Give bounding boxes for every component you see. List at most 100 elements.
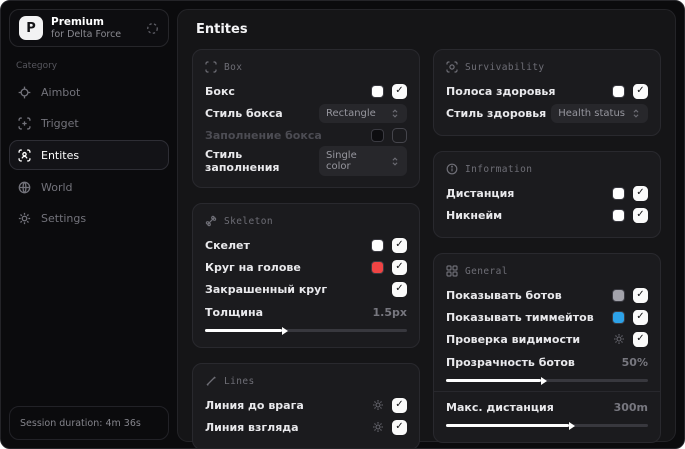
sidebar-item-trigget[interactable]: Trigget: [9, 109, 169, 137]
sidebar-item-label: Aimbot: [41, 85, 81, 99]
setting-row: Стиль бокса Rectangle: [205, 102, 407, 124]
section-title: Skeleton: [224, 215, 273, 227]
session-duration: Session duration: 4m 36s: [9, 406, 169, 440]
dropdown-value: Rectangle: [326, 107, 376, 119]
setting-label: Показывать тиммейтов: [446, 310, 594, 324]
survivability-section-header: Survivability: [446, 61, 648, 73]
checkbox[interactable]: [392, 127, 407, 143]
slider-fill: [205, 326, 288, 335]
information-section: Information Дистанция Никнейм: [433, 151, 661, 238]
setting-label: Круг на голове: [205, 260, 301, 274]
category-label: Category: [16, 61, 58, 71]
right-column: Survivability Полоса здоровья Стиль здор…: [433, 49, 661, 443]
color-swatch[interactable]: [371, 128, 384, 142]
slider-thumb[interactable]: [540, 376, 547, 385]
brand-title: Premium: [51, 15, 104, 28]
section-title: Box: [224, 61, 243, 73]
survivability-icon: [446, 61, 458, 73]
checkbox[interactable]: [392, 281, 407, 297]
sidebar-item-aimbot[interactable]: Aimbot: [9, 78, 169, 106]
divider: [434, 391, 660, 392]
bot-opacity-slider[interactable]: [446, 376, 648, 385]
gear-icon[interactable]: [372, 421, 384, 433]
max-distance-slider[interactable]: [446, 421, 648, 430]
skeleton-section-header: Skeleton: [205, 215, 407, 227]
entities-icon: [18, 148, 31, 162]
checkbox[interactable]: [392, 237, 407, 253]
setting-row: Скелет: [205, 234, 407, 256]
setting-label: Прозрачность ботов: [446, 355, 575, 369]
slider-thumb[interactable]: [569, 421, 576, 430]
slider-thumb[interactable]: [281, 326, 288, 335]
app-window: P Premium for Delta Force Category Aimbo…: [0, 0, 685, 449]
checkbox[interactable]: [633, 287, 648, 303]
box-section-header: Box: [205, 61, 407, 73]
checkbox[interactable]: [392, 83, 407, 99]
sidebar-nav: Aimbot Trigget Entites World Settings: [9, 78, 169, 232]
aimbot-icon: [18, 86, 31, 99]
checkbox[interactable]: [633, 331, 648, 347]
bot-opacity-slider-block: Прозрачность ботов 50%: [446, 352, 648, 385]
color-swatch[interactable]: [612, 84, 625, 98]
setting-label: Полоса здоровья: [446, 84, 556, 98]
thickness-slider-block: Толщина 1.5px: [205, 302, 407, 335]
page-title: Entites: [196, 22, 248, 37]
thickness-slider[interactable]: [205, 326, 407, 335]
color-swatch[interactable]: [612, 288, 625, 302]
gear-icon[interactable]: [372, 399, 384, 411]
chevron-up-down-icon: [390, 156, 400, 167]
sidebar-item-world[interactable]: World: [9, 173, 169, 201]
main-panel: Entites Box Бокс ✓ Стиль бокса Rectangle…: [177, 9, 676, 448]
setting-label: Показывать ботов: [446, 288, 562, 302]
section-title: Survivability: [465, 61, 545, 73]
setting-row: Дистанция: [446, 182, 648, 204]
checkbox[interactable]: [633, 83, 648, 99]
color-swatch[interactable]: [371, 84, 384, 98]
setting-row: Бокс: [205, 80, 407, 102]
color-swatch[interactable]: [612, 208, 625, 222]
checkbox[interactable]: [392, 419, 407, 435]
box-icon: [205, 61, 217, 73]
dropdown-value: Single color: [326, 150, 357, 172]
trigger-icon: [18, 116, 31, 130]
fill-style-dropdown[interactable]: Single color: [319, 146, 407, 176]
checkbox[interactable]: [392, 397, 407, 413]
color-swatch[interactable]: [371, 238, 384, 252]
grid-icon: [446, 265, 458, 277]
setting-label: Стиль заполнения: [205, 148, 280, 174]
settings-icon: [18, 212, 31, 225]
section-title: Lines: [224, 375, 255, 387]
max-distance-slider-block: Макс. дистанция 300m: [446, 397, 648, 430]
color-swatch[interactable]: [371, 260, 384, 274]
left-column: Box Бокс Стиль бокса Rectangle: [192, 49, 420, 448]
setting-label: Проверка видимости: [446, 332, 581, 346]
slider-value: 1.5px: [372, 305, 407, 319]
health-style-dropdown[interactable]: Health status: [551, 103, 648, 123]
sidebar-item-entites[interactable]: Entites: [9, 140, 169, 170]
chevron-up-down-icon: [390, 108, 400, 119]
setting-row: Стиль здоровья Health status: [446, 102, 648, 124]
setting-label: Никнейм: [446, 208, 503, 222]
color-swatch[interactable]: [612, 310, 625, 324]
sidebar: P Premium for Delta Force Category Aimbo…: [1, 1, 177, 448]
line-icon: [205, 375, 217, 387]
setting-row: Показывать тиммейтов: [446, 306, 648, 328]
lines-section: Lines Линия до врага ✓ Линия взгляда ✓: [192, 363, 420, 448]
sidebar-item-settings[interactable]: Settings: [9, 204, 169, 232]
setting-row: Показывать ботов: [446, 284, 648, 306]
gear-icon[interactable]: [613, 333, 625, 345]
info-icon: [446, 163, 458, 175]
sidebar-item-label: Trigget: [41, 116, 79, 130]
checkbox[interactable]: [633, 185, 648, 201]
setting-label: Линия взгляда: [205, 420, 299, 434]
sidebar-item-label: World: [41, 180, 73, 194]
setting-row: Полоса здоровья: [446, 80, 648, 102]
checkbox[interactable]: [633, 207, 648, 223]
setting-label: Закрашенный круг: [205, 282, 328, 296]
box-style-dropdown[interactable]: Rectangle: [319, 103, 407, 123]
color-swatch[interactable]: [612, 186, 625, 200]
checkbox[interactable]: [633, 309, 648, 325]
checkbox[interactable]: [392, 259, 407, 275]
section-title: General: [465, 265, 508, 277]
setting-label: Заполнение бокса: [205, 128, 322, 142]
